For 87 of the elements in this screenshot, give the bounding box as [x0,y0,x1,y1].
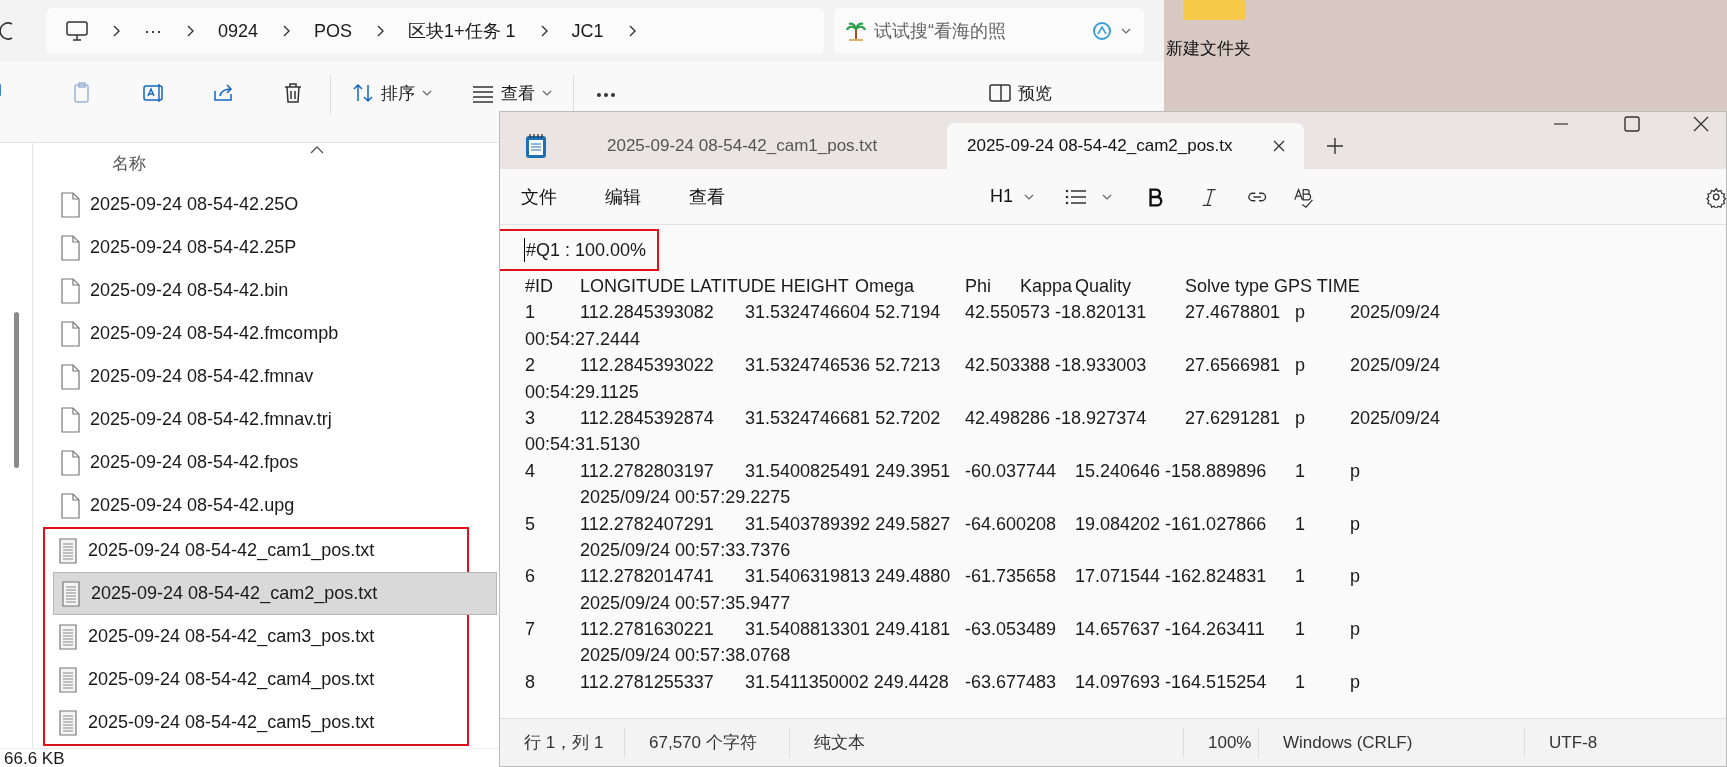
file-row[interactable]: 2025-09-24 08-54-42.bin [45,269,499,312]
sort-icon [351,81,375,105]
text-line: #Q1 : 100.00% [526,239,647,262]
text-line: 3 112.2845392874 31.5324746681 52.7202 42.498286 -18.927374 27.6291281 p 2025/09/24 [525,407,1441,428]
computer-icon[interactable] [66,21,88,41]
status-item: Windows (CRLF) [1259,727,1525,758]
file-row[interactable]: 2025-09-24 08-54-42.25O [45,183,499,226]
panel-icon [988,81,1012,105]
add-tab-icon[interactable] [1326,137,1344,155]
text-line: 2025/09/24 00:57:33.7376 [579,539,791,560]
file-row[interactable]: 2025-09-24 08-54-42.fmcompb [45,312,499,355]
status-item: 67,570 个字符 [625,727,790,758]
file-row[interactable]: 2025-09-24 08-54-42_cam5_pos.txt [43,701,497,744]
text-area[interactable] [500,225,1726,718]
folder-label[interactable]: 新建文件夹 [1165,37,1251,60]
text-line: 6 112.2782014741 31.5406319813 249.4880 -61.735658 17.071544 -162.824831 1 p [525,566,1360,587]
text-line: 00:54:27.2444 [525,328,641,349]
status-item: 100% [1184,727,1259,758]
settings-icon[interactable] [1705,185,1726,208]
file-row[interactable]: 2025-09-24 08-54-42_cam4_pos.txt [43,658,497,701]
status-item: UTF-8 [1548,731,1599,754]
notepad-icon[interactable] [525,133,547,159]
file-row[interactable]: 2025-09-24 08-54-42.25P [45,226,499,269]
text-line: 5 112.2782407291 31.5403789392 249.5827 -64.600208 19.084202 -161.027866 1 p [525,513,1360,534]
menu-item[interactable]: 查看 [689,184,725,209]
spellcheck-icon[interactable] [1293,185,1314,208]
text-file-icon [61,580,81,607]
text-cursor [524,238,525,262]
rename-icon[interactable] [142,81,166,105]
menu-item[interactable]: 文件 [521,184,557,209]
view-button[interactable]: 查看 [471,81,553,105]
file-row[interactable]: 2025-09-24 08-54-42.fpos [45,441,499,484]
text-line: #ID LONGITUDE LATITUDE HEIGHT Omega Phi Kappa Quality Solve type GPS TIME [525,276,1360,296]
breadcrumb-item[interactable]: POS [314,20,353,42]
text-line: 00:54:31.5130 [525,434,641,455]
column-header[interactable]: 名称 [112,151,146,175]
text-line: 4 112.2782803197 31.5400825491 249.3951 -60.037744 15.240646 -158.889896 1 p [525,460,1360,481]
file-tab[interactable]: 2025-09-24 08-54-42_cam2_pos.tx [947,123,1304,169]
text-file-icon [58,623,78,650]
file-icon [60,406,80,433]
file-row[interactable]: 2025-09-24 08-54-42.fmnav [45,355,499,398]
file-tab[interactable]: 2025-09-24 08-54-42_cam1_pos.txt [587,123,947,169]
address-bar[interactable]: ··· 0924 POS 区块1+任务 1 JC1 [46,8,824,54]
file-row[interactable]: 2025-09-24 08-54-42_cam1_pos.txt [43,529,497,572]
sort-up-icon [310,145,324,155]
text-line: 2025/09/24 00:57:29.2275 [579,487,791,508]
text-file-icon [58,537,78,564]
close-icon[interactable] [1691,114,1711,134]
scrollbar[interactable] [13,312,19,468]
file-icon [60,191,80,218]
file-row[interactable]: 2025-09-24 08-54-42_cam3_pos.txt [43,615,497,658]
status-item: 行 1，列 1 [500,727,625,758]
breadcrumb-item[interactable]: 0924 [218,20,259,42]
breadcrumb-item[interactable]: JC1 [571,20,604,42]
text-line: 1 112.2845393082 31.5324746604 52.7194 42.550573 -18.820131 27.4678801 p 2025/09/24 [525,302,1441,323]
sort-button[interactable]: 排序 [351,81,433,105]
file-row[interactable]: 2025-09-24 08-54-42.fmnav.trj [45,398,499,441]
refresh-icon[interactable] [0,20,14,42]
text-line: 8 112.2781255337 31.5411350002 249.4428 -63.677483 14.097693 -164.515254 1 p [525,671,1360,692]
preview-button[interactable]: 预览 [988,81,1052,105]
search-field[interactable]: 试试搜“看海的照 [834,8,1144,54]
file-icon [60,492,80,519]
palm-tree-icon [846,21,866,41]
status-item: 纯文本 [790,727,1184,758]
text-line: 2025/09/24 00:57:38.0768 [579,645,791,666]
maximize-icon[interactable] [1622,114,1642,134]
assistant-icon[interactable] [1092,21,1112,41]
list-icon [1065,188,1087,205]
file-row[interactable]: 2025-09-24 08-54-42.upg [45,484,499,527]
breadcrumb-item[interactable]: 区块1+任务 1 [408,19,516,43]
text-file-icon [58,666,78,693]
list-button[interactable] [1065,188,1113,205]
file-icon [60,320,80,347]
text-file-icon [58,709,78,736]
file-icon [60,363,80,390]
text-line: 2025/09/24 00:57:35.9477 [579,592,791,613]
close-icon[interactable] [1272,139,1286,153]
heading-button[interactable]: H1 [990,186,1035,207]
text-line: 7 112.2781630221 31.5408813301 249.4181 -63.053489 14.657637 -164.263411 1 p [525,619,1360,640]
text-line: 00:54:29.1125 [525,381,639,402]
breadcrumb-overflow[interactable]: ··· [144,20,162,42]
file-icon [60,449,80,476]
file-row[interactable]: 2025-09-24 08-54-42_cam2_pos.txt [53,572,497,615]
file-icon [60,234,80,261]
file-icon [60,277,80,304]
text-line: 2 112.2845393022 31.5324746536 52.7213 42.503388 -18.933003 27.6566981 p 2025/09/24 [525,355,1441,376]
menu-item[interactable]: 编辑 [605,184,641,209]
